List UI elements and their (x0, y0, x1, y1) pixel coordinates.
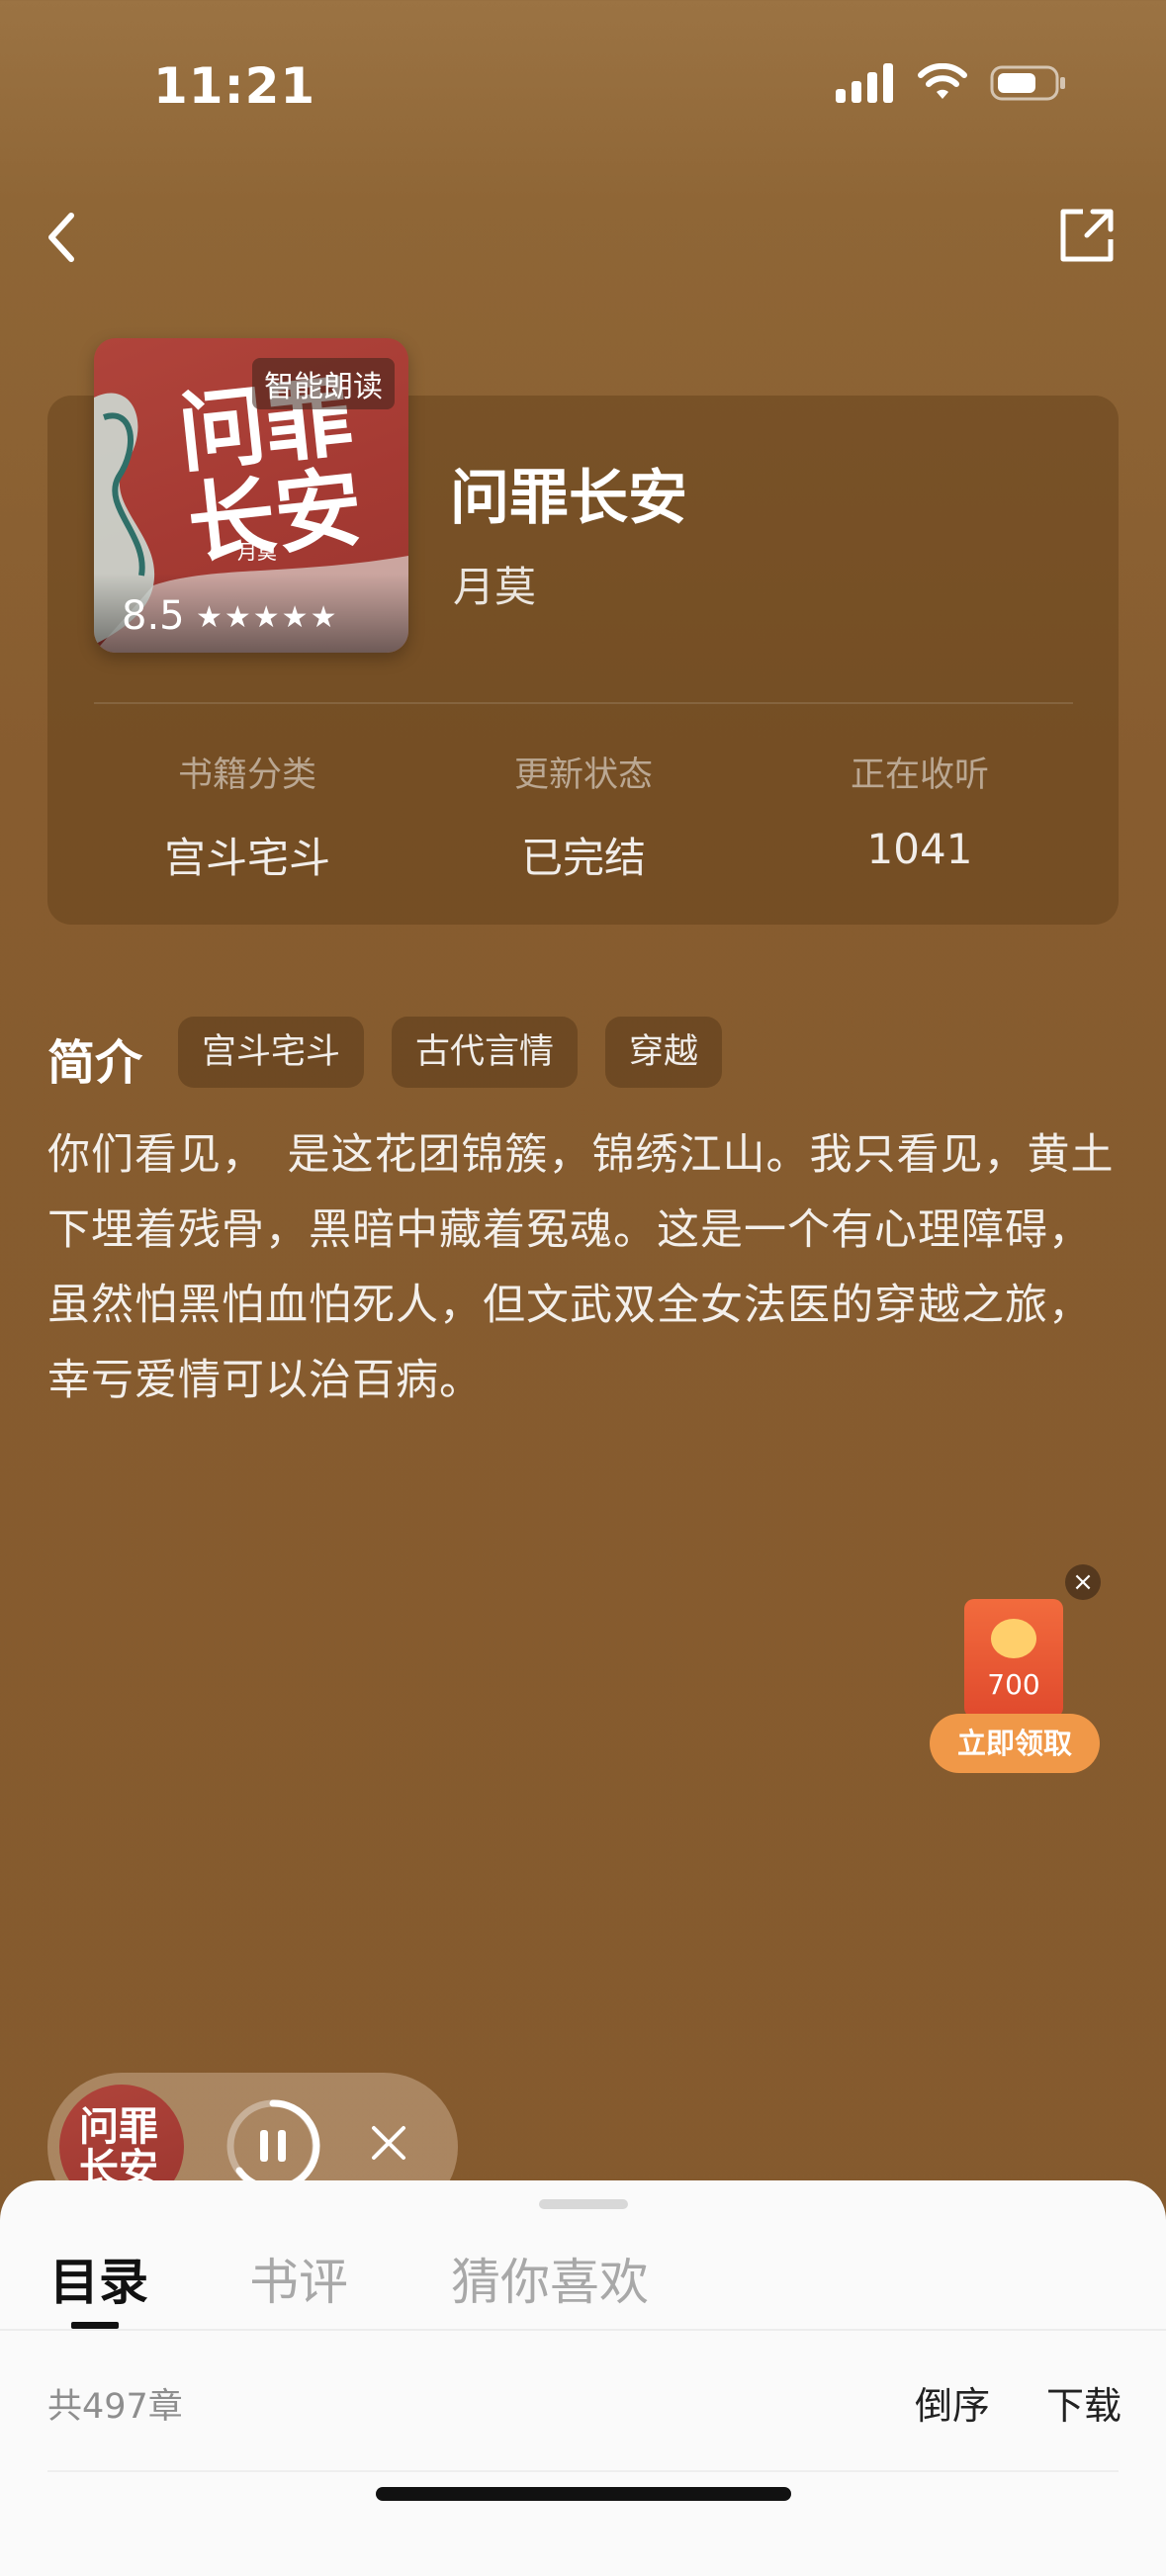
stat-value: 已完结 (520, 834, 646, 882)
coin-icon (991, 1619, 1036, 1658)
stat-value: 宫斗宅斗 (163, 834, 330, 882)
book-title: 问罪长安 (450, 464, 687, 533)
tab-reviews[interactable]: 书评 (249, 2243, 348, 2314)
stat-value: 1041 (866, 825, 973, 873)
divider (0, 2329, 1166, 2331)
tab-recommend[interactable]: 猜你喜欢 (451, 2243, 649, 2314)
book-author[interactable]: 月莫 (453, 554, 536, 614)
star-rating-icon: ★★★★★ (196, 600, 339, 635)
tag-chip[interactable]: 古代言情 (392, 1017, 579, 1088)
red-packet-icon[interactable]: 700 (964, 1599, 1063, 1718)
claim-button[interactable]: 立即领取 (930, 1714, 1100, 1773)
status-time: 11:21 (153, 57, 316, 115)
share-icon[interactable] (1057, 206, 1117, 265)
stat-label: 书籍分类 (177, 755, 316, 795)
stat-label: 正在收听 (850, 755, 989, 795)
download-button[interactable]: 下载 (1046, 2375, 1121, 2430)
cover-author: 月莫 (237, 540, 277, 564)
active-tab-indicator (71, 2322, 119, 2329)
intro-heading: 简介 (47, 1035, 143, 1091)
status-icons (836, 63, 1067, 103)
signal-icon (836, 63, 893, 103)
tag-chip[interactable]: 宫斗宅斗 (178, 1017, 365, 1088)
smart-read-badge: 智能朗读 (252, 358, 395, 409)
book-score: 8.5 (122, 593, 185, 639)
sort-button[interactable]: 倒序 (915, 2375, 990, 2430)
stat-status: 更新状态 已完结 (415, 747, 752, 885)
intro-text: 你们看见， 是这花团锦簇，锦绣江山。我只看见，黄土下埋着残骨，黑暗中藏着冤魂。这… (47, 1130, 1115, 1405)
divider (47, 2470, 1119, 2472)
home-indicator (376, 2487, 791, 2501)
back-icon[interactable] (40, 208, 89, 267)
divider (94, 702, 1073, 704)
stat-category: 书籍分类 宫斗宅斗 (79, 747, 415, 885)
stat-listeners: 正在收听 1041 (752, 747, 1088, 873)
mini-cover-title: 问罪长安 (79, 2103, 158, 2191)
book-cover[interactable]: 问罪长安 月莫 智能朗读 8.5 ★★★★★ (94, 338, 408, 653)
drag-handle[interactable] (539, 2199, 628, 2209)
battery-icon (990, 65, 1065, 101)
tab-catalog[interactable]: 目录 (49, 2243, 148, 2314)
wifi-icon (918, 63, 967, 99)
pause-icon[interactable] (225, 2098, 320, 2193)
red-packet-close-icon[interactable]: × (1065, 1564, 1101, 1600)
tag-chip[interactable]: 穿越 (605, 1017, 723, 1088)
chapter-count: 共497章 (47, 2387, 183, 2427)
close-icon[interactable] (368, 2122, 409, 2164)
stat-label: 更新状态 (513, 755, 653, 795)
red-packet-amount: 700 (987, 1668, 1040, 1701)
